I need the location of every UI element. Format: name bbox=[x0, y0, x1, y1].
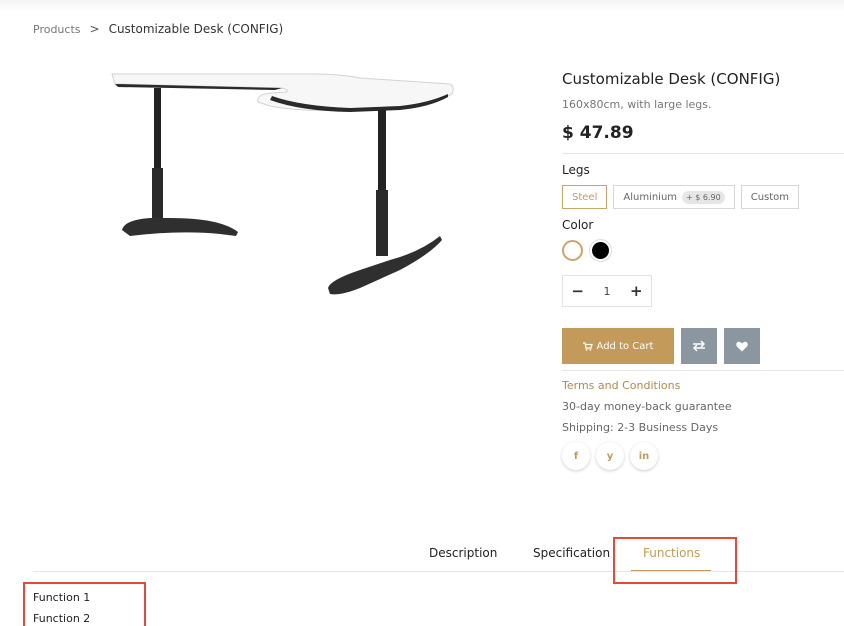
tab-specification[interactable]: Specification bbox=[533, 546, 610, 560]
add-to-cart-label: Add to Cart bbox=[596, 340, 654, 352]
compare-icon bbox=[692, 340, 706, 352]
product-subtitle: 160x80cm, with large legs. bbox=[562, 98, 712, 111]
cart-icon bbox=[582, 341, 593, 351]
shipping-text: Shipping: 2-3 Business Days bbox=[562, 421, 719, 434]
heart-icon bbox=[736, 341, 748, 351]
color-label: Color bbox=[562, 218, 594, 232]
guarantee-text: 30-day money-back guarantee bbox=[562, 400, 732, 413]
product-actions: Add to Cart bbox=[562, 328, 844, 364]
legs-label: Legs bbox=[562, 163, 590, 177]
legs-option-aluminium[interactable]: Aluminium + $ 6.90 bbox=[613, 185, 735, 209]
top-bar bbox=[0, 0, 844, 12]
legs-option-label: Steel bbox=[572, 191, 598, 203]
add-to-cart-button[interactable]: Add to Cart bbox=[562, 328, 674, 364]
quantity-stepper: − 1 + bbox=[562, 275, 652, 307]
quantity-plus-button[interactable]: + bbox=[622, 276, 651, 306]
legs-option-steel[interactable]: Steel bbox=[562, 185, 608, 209]
twitter-icon[interactable]: y bbox=[596, 442, 624, 470]
highlight-box-functions bbox=[23, 582, 146, 626]
breadcrumb-separator: > bbox=[89, 22, 100, 36]
legs-option-custom[interactable]: Custom bbox=[740, 185, 800, 209]
compare-button[interactable] bbox=[681, 328, 717, 364]
quantity-input[interactable]: 1 bbox=[592, 276, 621, 306]
product-price: $ 47.89 bbox=[562, 123, 634, 143]
legs-option-label: Custom bbox=[750, 191, 790, 203]
breadcrumb-products-link[interactable]: Products bbox=[33, 23, 81, 36]
legs-options: Steel Aluminium + $ 6.90 Custom bbox=[562, 185, 844, 209]
color-swatch-white[interactable] bbox=[562, 240, 583, 261]
terms-link[interactable]: Terms and Conditions bbox=[562, 379, 844, 392]
product-details: Customizable Desk (CONFIG) 160x80cm, wit… bbox=[562, 70, 844, 470]
product-image bbox=[111, 73, 454, 295]
facebook-icon[interactable]: f bbox=[562, 442, 590, 470]
highlight-box-tab bbox=[613, 537, 737, 584]
tab-description[interactable]: Description bbox=[429, 546, 497, 560]
legs-option-label: Aluminium bbox=[623, 191, 678, 203]
wishlist-button[interactable] bbox=[724, 328, 760, 364]
divider bbox=[562, 153, 844, 154]
social-share: f y in bbox=[562, 442, 844, 470]
breadcrumb: Products > Customizable Desk (CONFIG) bbox=[33, 22, 283, 36]
divider bbox=[562, 370, 844, 371]
quantity-minus-button[interactable]: − bbox=[563, 276, 592, 306]
breadcrumb-current: Customizable Desk (CONFIG) bbox=[108, 22, 284, 36]
linkedin-icon[interactable]: in bbox=[630, 442, 658, 470]
color-swatch-black[interactable] bbox=[590, 240, 611, 261]
product-title: Customizable Desk (CONFIG) bbox=[562, 70, 781, 88]
color-options bbox=[562, 240, 844, 261]
price-extra-badge: + $ 6.90 bbox=[682, 190, 725, 204]
